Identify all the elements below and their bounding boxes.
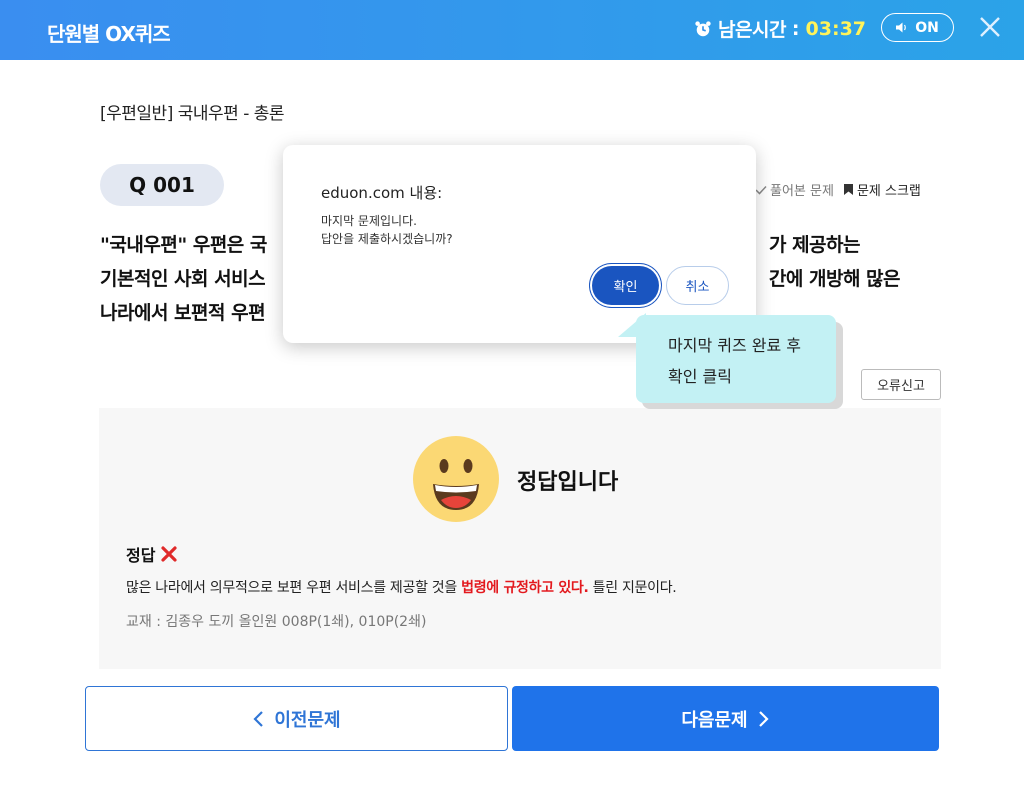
question-number-badge: Q 001	[100, 164, 224, 206]
tooltip-line-1: 마지막 퀴즈 완료 후	[668, 336, 802, 355]
question-line-1: "국내우편" 우편은 국	[100, 234, 267, 256]
result-title: 정답입니다	[517, 470, 619, 495]
tooltip-line-2: 확인 클릭	[668, 367, 732, 386]
timer: 남은시간 : 03:37	[694, 15, 866, 42]
check-icon	[755, 185, 767, 195]
answer-label: 정답	[126, 542, 178, 566]
explanation-before: 많은 나라에서 의무적으로 보편 우편 서비스를 제공할 것을	[126, 580, 462, 596]
timer-label: 남은시간	[718, 19, 786, 41]
report-error-button[interactable]: 오류신고	[861, 369, 941, 400]
explanation-highlight: 법령에 규정하고 있다.	[461, 580, 589, 596]
app-title: 단원별 OX퀴즈	[47, 22, 171, 46]
dialog-title: eduon.com 내용:	[321, 184, 443, 202]
sound-toggle-label: ON	[915, 19, 939, 36]
chevron-right-icon	[758, 710, 769, 727]
chevron-left-icon	[253, 710, 264, 727]
dialog-ok-button[interactable]: 확인	[592, 266, 659, 305]
timer-value: 03:37	[805, 17, 867, 40]
question-line-1-right: 가 제공하는	[768, 234, 861, 256]
source-reference: 교재 : 김종우 도끼 올인원 008P(1쇄), 010P(2쇄)	[126, 614, 427, 630]
bookmark-icon	[843, 184, 853, 195]
dialog-message-line-2: 답안을 제출하시겠습니까?	[321, 232, 453, 246]
explanation-after: 틀린 지문이다.	[588, 580, 677, 596]
breadcrumb: [우편일반] 국내우편 - 총론	[100, 104, 285, 124]
question-line-2-right: 간에 개방해 많은	[768, 268, 901, 290]
answer-label-text: 정답	[126, 546, 156, 565]
scrap-label: 문제 스크랩	[856, 184, 921, 199]
timer-separator: :	[791, 17, 800, 40]
solved-toggle[interactable]: 풀어본 문제	[755, 180, 834, 199]
next-question-button[interactable]: 다음문제	[512, 686, 939, 751]
result-panel: 정답입니다 정답 많은 나라에서 의무적으로 보편 우편 서비스를 제공할 것을…	[99, 408, 941, 669]
previous-question-button[interactable]: 이전문제	[85, 686, 508, 751]
close-icon[interactable]	[978, 15, 1002, 39]
question-actions: 풀어본 문제 문제 스크랩	[755, 180, 921, 199]
confirm-dialog: eduon.com 내용: 마지막 문제입니다. 답안을 제출하시겠습니까? 확…	[283, 145, 756, 343]
x-mark-icon	[161, 546, 178, 562]
question-line-3: 나라에서 보편적 우편	[100, 302, 266, 324]
dialog-message: 마지막 문제입니다. 답안을 제출하시겠습니까?	[321, 212, 453, 248]
smiley-face-icon	[413, 436, 499, 522]
alarm-clock-icon	[695, 20, 711, 36]
dialog-cancel-button[interactable]: 취소	[666, 266, 729, 305]
sound-toggle-button[interactable]: ON	[881, 13, 954, 42]
next-question-label: 다음문제	[681, 709, 748, 731]
scrap-button[interactable]: 문제 스크랩	[843, 180, 921, 199]
previous-question-label: 이전문제	[274, 709, 341, 731]
speaker-icon	[896, 22, 907, 33]
dialog-message-line-1: 마지막 문제입니다.	[321, 214, 417, 228]
header-bar: 단원별 OX퀴즈 남은시간 : 03:37 ON	[0, 0, 1024, 60]
question-line-2: 기본적인 사회 서비스	[100, 268, 266, 290]
explanation-text: 많은 나라에서 의무적으로 보편 우편 서비스를 제공할 것을 법령에 규정하고…	[126, 577, 677, 597]
instruction-tooltip: 마지막 퀴즈 완료 후 확인 클릭	[636, 315, 836, 403]
solved-label: 풀어본 문제	[770, 184, 834, 199]
